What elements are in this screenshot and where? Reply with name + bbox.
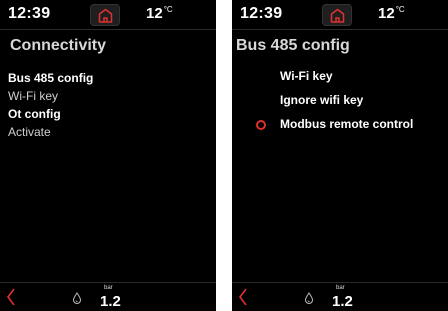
back-icon[interactable] (238, 288, 248, 306)
pressure-unit: bar (104, 285, 113, 291)
bottom-bar: bar 1.2 (0, 282, 216, 311)
clock: 12:39 (240, 5, 283, 22)
option-label: Modbus remote control (280, 117, 414, 131)
temperature-value: 12 (378, 5, 395, 22)
pressure-value: 1.2 (332, 293, 353, 310)
page-title: Bus 485 config (236, 37, 350, 54)
home-icon (330, 8, 345, 23)
connectivity-screen: 12:39 12°C Connectivity Bus 485 config W… (0, 0, 216, 311)
bus-485-config-screen: 12:39 12°C Bus 485 config Wi-Fi key Igno… (232, 0, 448, 311)
menu-item-activate[interactable]: Activate (8, 123, 93, 141)
connectivity-menu: Bus 485 config Wi-Fi key Ot config Activ… (8, 69, 93, 141)
option-wifi-key[interactable]: Wi-Fi key (232, 67, 448, 91)
menu-item-wifi-key[interactable]: Wi-Fi key (8, 87, 93, 105)
clock: 12:39 (8, 5, 51, 22)
radio-selected-icon (256, 120, 266, 130)
option-label: Ignore wifi key (280, 93, 364, 107)
option-modbus-remote-control[interactable]: Modbus remote control (232, 115, 448, 139)
water-drop-icon (72, 292, 82, 304)
page-title: Connectivity (10, 37, 107, 54)
home-button[interactable] (90, 4, 120, 26)
menu-item-ot-config[interactable]: Ot config (8, 105, 93, 123)
temperature-unit: °C (163, 5, 173, 14)
option-label: Wi-Fi key (280, 69, 333, 83)
menu-item-bus-485-config[interactable]: Bus 485 config (8, 69, 93, 87)
divider (0, 29, 216, 30)
temperature-unit: °C (395, 5, 405, 14)
water-drop-icon (304, 292, 314, 304)
option-ignore-wifi-key[interactable]: Ignore wifi key (232, 91, 448, 115)
home-icon (98, 8, 113, 23)
status-bar: 12:39 12°C (0, 0, 216, 29)
temperature-readout: 12°C (378, 5, 405, 22)
bus-485-options: Wi-Fi key Ignore wifi key Modbus remote … (232, 67, 448, 139)
temperature-value: 12 (146, 5, 163, 22)
pressure-value: 1.2 (100, 293, 121, 310)
status-bar: 12:39 12°C (232, 0, 448, 29)
temperature-readout: 12°C (146, 5, 173, 22)
back-icon[interactable] (6, 288, 16, 306)
divider (232, 29, 448, 30)
bottom-bar: bar 1.2 (232, 282, 448, 311)
home-button[interactable] (322, 4, 352, 26)
pressure-unit: bar (336, 285, 345, 291)
